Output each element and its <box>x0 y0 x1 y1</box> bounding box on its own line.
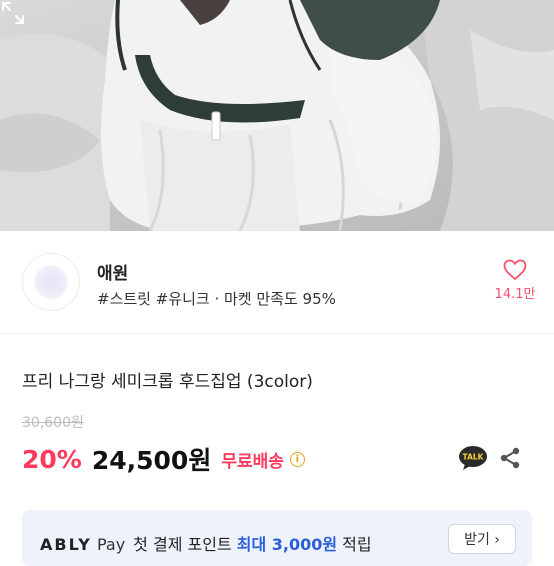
product-photo-illustration <box>0 0 554 231</box>
seller-name[interactable]: 애원 <box>97 259 128 284</box>
free-shipping-label[interactable]: 무료배송 <box>221 447 284 472</box>
banner-brand: ABLY <box>40 535 92 554</box>
info-icon[interactable]: i <box>289 451 305 467</box>
banner-text: ABLY Pay 첫 결제 포인트 최대 3,000원 적립 <box>40 531 372 555</box>
svg-text:TALK: TALK <box>463 453 485 462</box>
product-title: 프리 나그랑 세미크롭 후드집업 (3color) <box>22 372 313 392</box>
banner-highlight: 최대 3,000원 <box>236 535 338 554</box>
banner-text-before: 첫 결제 포인트 <box>133 535 237 554</box>
original-price: 30,600원 <box>22 415 84 431</box>
banner-text-after: 적립 <box>337 535 372 554</box>
seller-tags: #스트릿 #유니크 · 마켓 만족도 95% <box>97 290 336 308</box>
sale-price: 24,500원 <box>91 446 212 475</box>
receive-button[interactable]: 받기 › <box>448 524 516 554</box>
section-divider <box>0 333 554 334</box>
heart-outline-icon <box>503 259 527 281</box>
seller-avatar[interactable] <box>22 253 80 311</box>
seller-info[interactable]: 애원 #스트릿 #유니크 · 마켓 만족도 95% 14.1만 <box>0 231 554 333</box>
seller-logo <box>34 265 68 299</box>
banner-pay: Pay <box>96 535 126 554</box>
ably-pay-banner[interactable]: ABLY Pay 첫 결제 포인트 최대 3,000원 적립 받기 › <box>22 510 532 566</box>
product-image[interactable] <box>0 0 554 231</box>
share-icon[interactable] <box>498 446 522 470</box>
price-row: 20% 24,500원 무료배송 i <box>22 443 305 475</box>
expand-arrows-icon[interactable] <box>0 0 26 26</box>
favorite-count: 14.1만 <box>494 287 536 302</box>
discount-rate: 20% <box>22 444 82 474</box>
kakao-talk-icon[interactable]: TALK <box>458 445 488 471</box>
favorite-button[interactable]: 14.1만 <box>495 259 535 302</box>
